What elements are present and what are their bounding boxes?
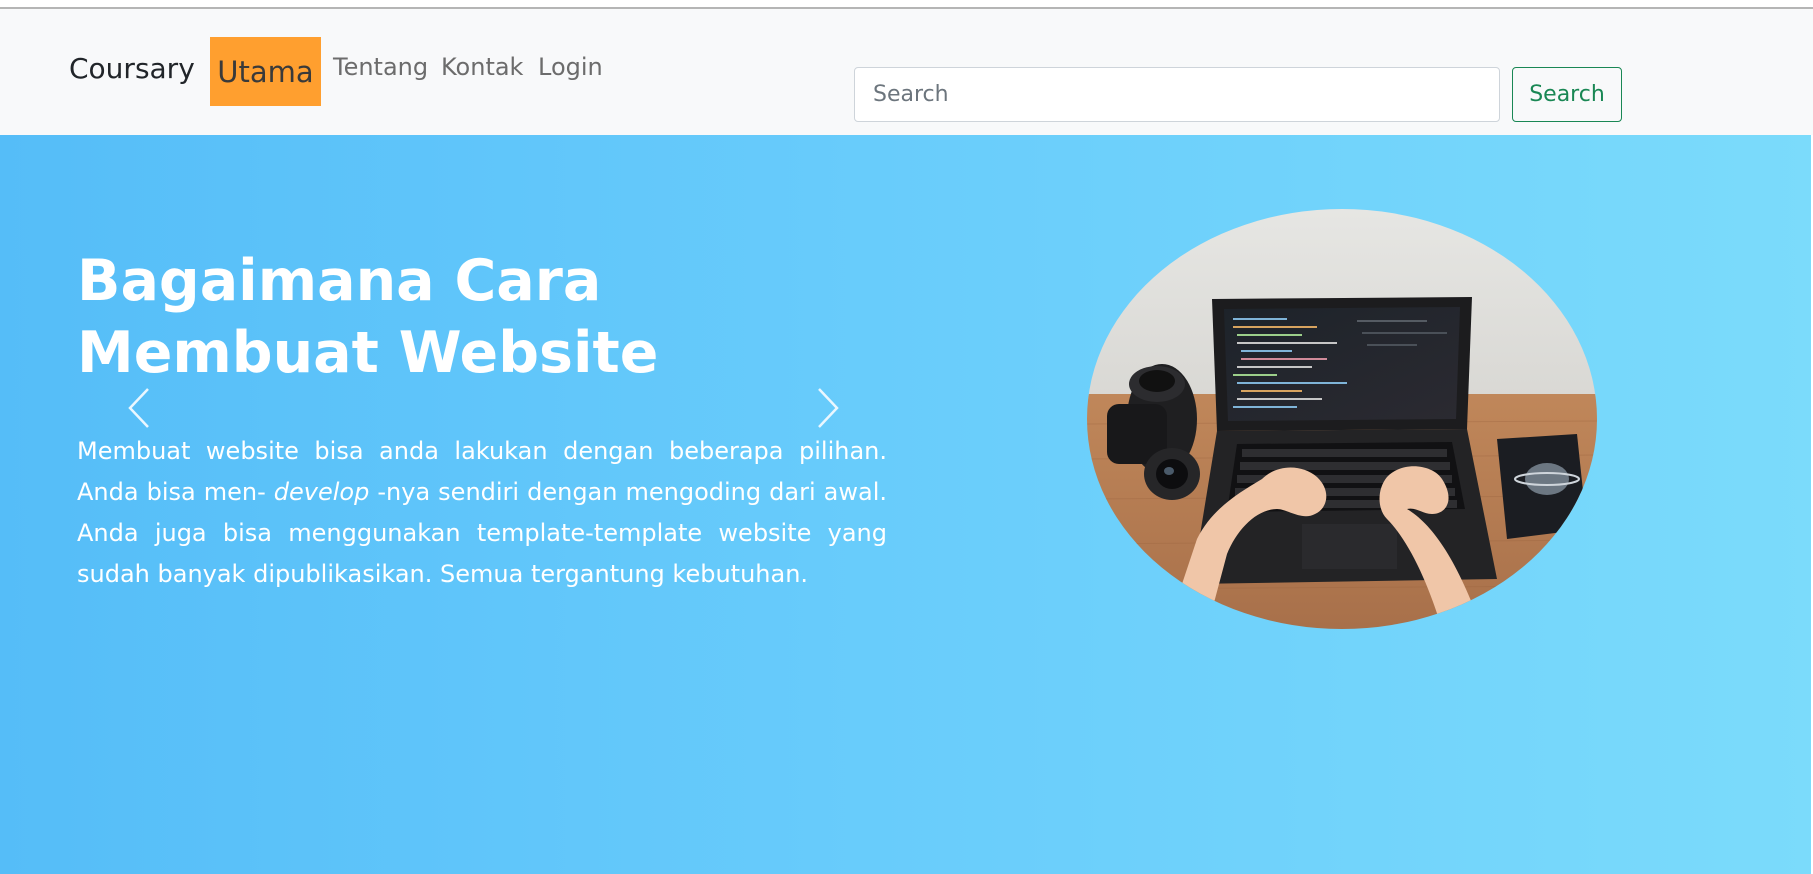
hero-description: Membuat website bisa anda lakukan dengan… (77, 431, 887, 595)
nav-item-login[interactable]: Login (538, 55, 603, 79)
laptop-photo-illustration (1087, 209, 1597, 629)
hero-text-emphasis: develop (273, 478, 370, 506)
hero-title: Bagaimana Cara Membuat Website (77, 248, 659, 386)
hero-image-laptop (1087, 209, 1597, 629)
carousel-next-button[interactable] (807, 383, 847, 433)
hero-carousel: Bagaimana Cara Membuat Website Membuat w… (0, 135, 1811, 874)
search-input[interactable] (854, 67, 1500, 122)
carousel-prev-button[interactable] (120, 383, 160, 433)
navbar: Coursary Utama Tentang Kontak Login Sear… (0, 9, 1813, 135)
nav-item-kontak[interactable]: Kontak (441, 55, 523, 79)
browser-top-edge (0, 0, 1813, 9)
search-button[interactable]: Search (1512, 67, 1622, 122)
nav-item-tentang[interactable]: Tentang (333, 55, 428, 79)
nav-item-utama[interactable]: Utama (210, 37, 321, 106)
chevron-left-icon (128, 388, 149, 428)
brand-logo[interactable]: Coursary (69, 55, 195, 83)
chevron-right-icon (818, 388, 839, 428)
